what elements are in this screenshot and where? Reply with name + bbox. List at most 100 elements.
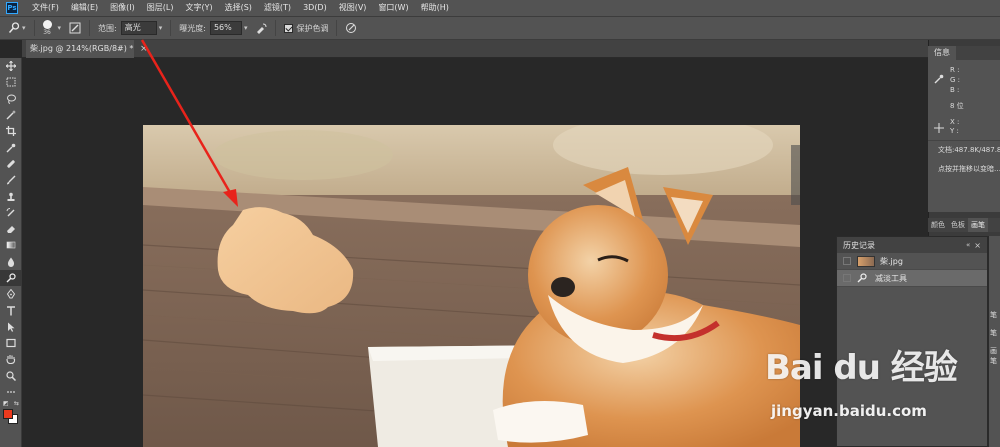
exposure-input[interactable]: 56% [209,21,242,35]
history-panel-title: 历史记录 [843,240,875,250]
watermark-site: jingyan.baidu.com [771,402,927,420]
default-colors-icon[interactable]: ◩ [3,400,9,407]
airbrush-icon [257,23,267,34]
info-r: R : [950,66,960,74]
eraser-tool[interactable] [0,221,22,237]
dodge-tool[interactable] [0,269,22,287]
info-panel: 信息 R : G : B : 8 位 X : Y : 文档:487.8K/487… [928,46,1000,212]
brushes-panel-edge [988,236,1000,447]
color-swatches: ◩ ⇆ [0,400,22,430]
zoom-tool[interactable] [0,368,22,384]
brush-name: 笔 [990,311,997,319]
chevron-down-icon[interactable]: ▾ [244,24,248,32]
collapse-icon[interactable]: « [966,241,970,249]
history-item-label: 减淡工具 [875,273,907,283]
close-icon[interactable]: × [140,40,148,58]
marquee-tool[interactable] [0,74,22,90]
checkbox-checked-icon [284,23,294,33]
info-g: G : [950,76,961,84]
healing-brush-tool[interactable] [0,156,22,172]
history-source-checkbox[interactable] [843,257,851,265]
rectangle-tool[interactable] [0,335,22,351]
menu-edit[interactable]: 编辑(E) [65,0,104,16]
eyedropper-icon [934,74,944,84]
tools-panel: ◩ ⇆ [0,58,22,447]
history-panel-header[interactable]: 历史记录 « × [837,237,987,253]
menu-view[interactable]: 视图(V) [333,0,373,16]
airbrush-toggle[interactable] [255,22,267,34]
protect-tones-checkbox[interactable]: 保护色调 [284,23,328,34]
history-brush-tool[interactable] [0,205,22,221]
protect-tones-label: 保护色调 [296,23,329,33]
menu-window[interactable]: 窗口(W) [372,0,414,16]
color-panel-tabs: 颜色 色板 画笔 [928,218,1000,232]
magnifier-icon [6,371,16,381]
document-image[interactable] [143,125,800,447]
info-bit-depth: 8 位 [950,102,964,110]
type-tool[interactable] [0,302,22,318]
tab-color[interactable]: 颜色 [928,218,948,232]
info-panel-tabs: 信息 [928,46,1000,60]
more-dots-icon [7,391,15,393]
range-select[interactable]: 高光 [120,21,157,35]
watermark-brand: Bai du 经验 [765,348,958,388]
history-item[interactable]: 柴.jpg [837,253,987,270]
rectangle-icon [6,339,16,348]
foreground-color-swatch[interactable] [3,409,13,420]
eyedropper-tool[interactable] [0,139,22,155]
menu-layer[interactable]: 图层(L) [141,0,180,16]
close-icon[interactable]: × [974,241,981,250]
water-drop-icon [7,257,15,267]
menu-type[interactable]: 文字(Y) [179,0,218,16]
brush-icon [7,175,16,185]
brush-tip-icon [42,20,52,29]
gradient-tool[interactable] [0,237,22,253]
tab-brushes[interactable]: 画笔 [968,218,988,232]
options-bar: ▾ 36 ▾ 范围: 高光 ▾ 曝光度: 56% ▾ 保护色调 [0,16,1000,40]
edit-toolbar-button[interactable] [0,384,22,400]
path-selection-tool[interactable] [0,319,22,335]
exposure-control: 曝光度: 56% ▾ [179,21,247,35]
crosshair-icon [934,123,944,133]
dodge-tool-icon [8,22,20,33]
crop-icon [6,126,16,137]
brush-picker[interactable]: 36 [42,20,52,36]
hand-tool[interactable] [0,351,22,367]
brush-name: 笔 [990,329,997,337]
menu-help[interactable]: 帮助(H) [415,0,455,16]
document-tab-bar: 柴.jpg @ 214%(RGB/8#) * × [22,40,928,58]
pressure-toggle[interactable] [345,22,357,34]
menu-3d[interactable]: 3D(D) [297,0,333,16]
swap-colors-icon[interactable]: ⇆ [14,400,19,407]
exposure-label: 曝光度: [179,23,206,33]
type-icon [7,305,15,316]
move-tool[interactable] [0,58,22,74]
tab-swatches[interactable]: 色板 [948,218,968,232]
menu-file[interactable]: 文件(F) [26,0,65,16]
hand-icon [6,355,16,365]
document-tab[interactable]: 柴.jpg @ 214%(RGB/8#) * [26,40,134,58]
brush-settings-button[interactable] [69,22,81,34]
tool-preset-picker[interactable]: ▾ [8,22,26,34]
crop-tool[interactable] [0,123,22,139]
blur-tool[interactable] [0,254,22,270]
chevron-down-icon[interactable]: ▾ [159,24,163,32]
tab-info[interactable]: 信息 [928,46,956,60]
divider [89,20,91,36]
magic-wand-tool[interactable] [0,107,22,123]
history-item[interactable]: 减淡工具 [837,270,987,287]
history-source-checkbox[interactable] [843,274,851,282]
menu-filter[interactable]: 滤镜(T) [258,0,297,16]
chevron-down-icon[interactable]: ▾ [58,24,62,32]
range-control: 范围: 高光 ▾ [98,21,162,35]
lasso-tool[interactable] [0,91,22,107]
divider [928,140,1000,141]
menu-image[interactable]: 图像(I) [104,0,141,16]
marquee-icon [6,77,16,87]
menu-select[interactable]: 选择(S) [219,0,258,16]
pen-icon [6,289,16,299]
divider [33,20,35,36]
clone-stamp-tool[interactable] [0,188,22,204]
brush-tool[interactable] [0,172,22,188]
pen-tool[interactable] [0,286,22,302]
